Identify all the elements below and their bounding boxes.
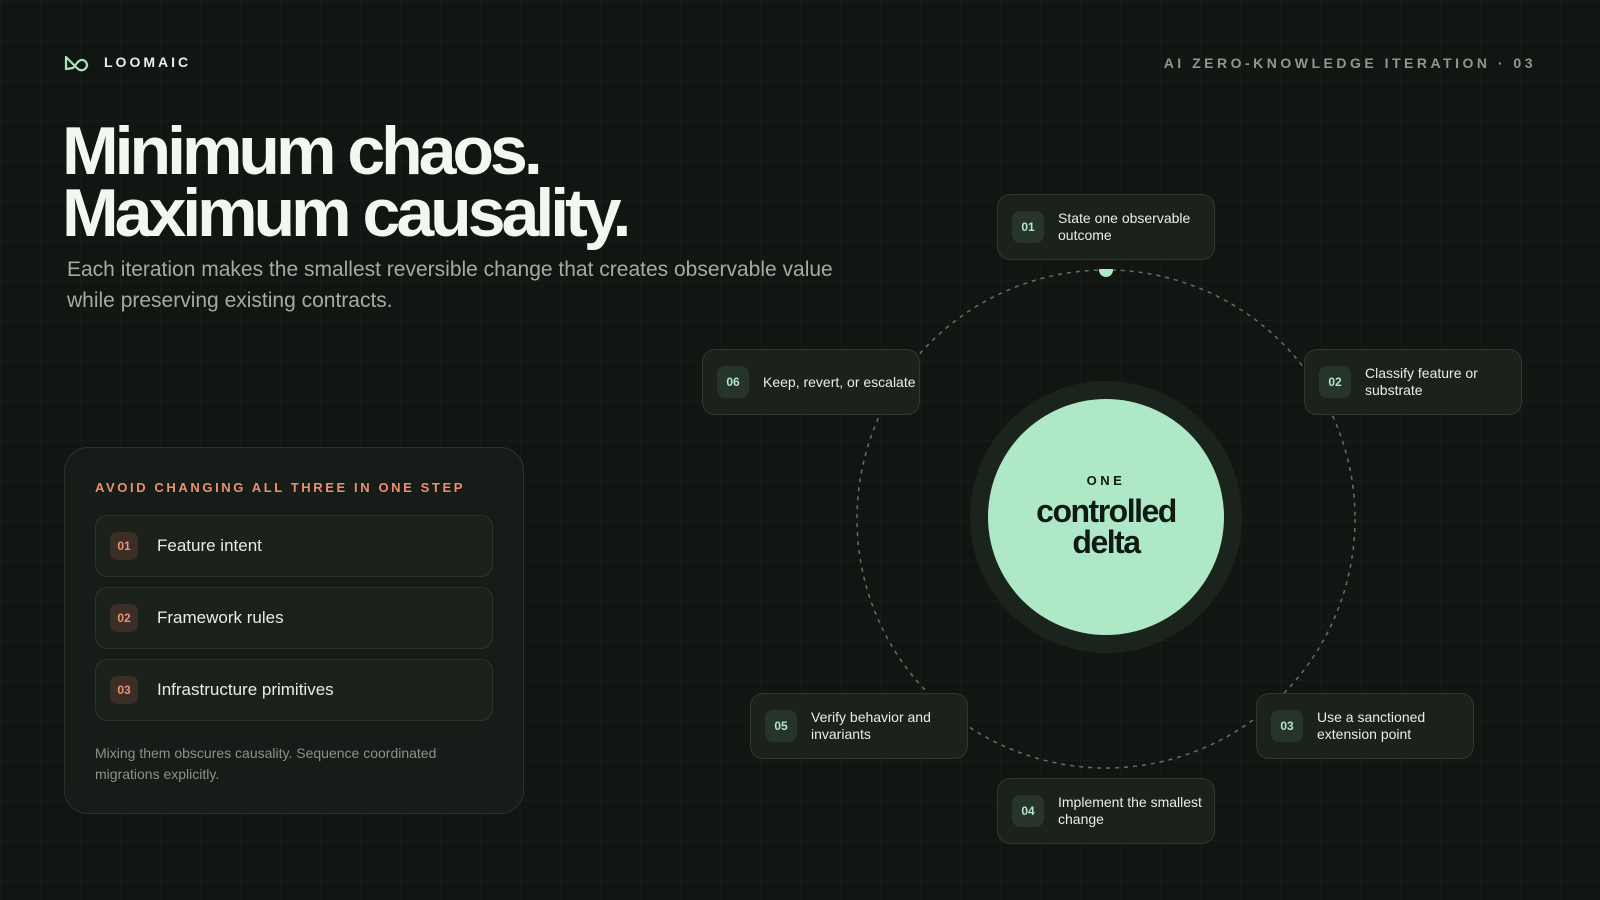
avoid-note: Mixing them obscures causality. Sequence…	[95, 745, 437, 782]
step-number-badge: 04	[1012, 795, 1044, 827]
step-number-badge: 02	[1319, 366, 1351, 398]
avoid-card: AVOID CHANGING ALL THREE IN ONE STEP 01 …	[64, 447, 524, 814]
step-label: State one observable outcome	[1058, 210, 1191, 243]
item-label: Feature intent	[157, 536, 262, 555]
center-kicker: ONE	[1086, 472, 1126, 488]
step-label: Classify feature or substrate	[1365, 365, 1478, 398]
step-number-badge: 06	[717, 366, 749, 398]
page-title: Minimum chaos. Maximum causality.	[62, 113, 631, 251]
step-label: Implement the smallest change	[1058, 794, 1202, 827]
brand-name: LOOMAIC	[104, 54, 192, 70]
step-label: Keep, revert, or escalate	[763, 373, 916, 390]
center-line-2: delta	[1072, 523, 1141, 560]
avoid-list: 01 Feature intent 02 Framework rules 03 …	[95, 515, 493, 721]
cycle-step-05: 05 Verify behavior and invariants	[750, 693, 968, 759]
item-number-badge: 02	[110, 604, 138, 632]
list-item: 01 Feature intent	[95, 515, 493, 577]
cycle-step-01: 01 State one observable outcome	[997, 194, 1215, 260]
subtitle: Each iteration makes the smallest revers…	[67, 258, 833, 312]
list-item: 03 Infrastructure primitives	[95, 659, 493, 721]
slide-kicker: AI ZERO-KNOWLEDGE ITERATION · 03	[1163, 55, 1536, 71]
cycle-step-06: 06 Keep, revert, or escalate	[702, 349, 920, 415]
center-delta: ONE controlled delta	[988, 399, 1224, 635]
step-number-badge: 05	[765, 710, 797, 742]
item-number-badge: 01	[110, 532, 138, 560]
cycle-step-02: 02 Classify feature or substrate	[1304, 349, 1522, 415]
brand: LOOMAIC	[64, 52, 191, 72]
step-label: Verify behavior and invariants	[811, 709, 931, 742]
step-number-badge: 01	[1012, 211, 1044, 243]
list-item: 02 Framework rules	[95, 587, 493, 649]
step-number-badge: 03	[1271, 710, 1303, 742]
center-title: controlled delta	[1036, 495, 1177, 560]
title-line-1: Minimum chaos.	[62, 113, 543, 189]
step-label: Use a sanctioned extension point	[1317, 709, 1426, 742]
cycle-step-04: 04 Implement the smallest change	[997, 778, 1215, 844]
item-label: Framework rules	[157, 608, 284, 627]
avoid-heading: AVOID CHANGING ALL THREE IN ONE STEP	[95, 480, 465, 495]
loop-infinity-icon	[64, 52, 90, 72]
title-line-2: Maximum causality.	[62, 175, 631, 251]
item-label: Infrastructure primitives	[157, 680, 334, 699]
item-number-badge: 03	[110, 676, 138, 704]
cycle-step-03: 03 Use a sanctioned extension point	[1256, 693, 1474, 759]
cycle-start-dot	[1099, 269, 1113, 277]
